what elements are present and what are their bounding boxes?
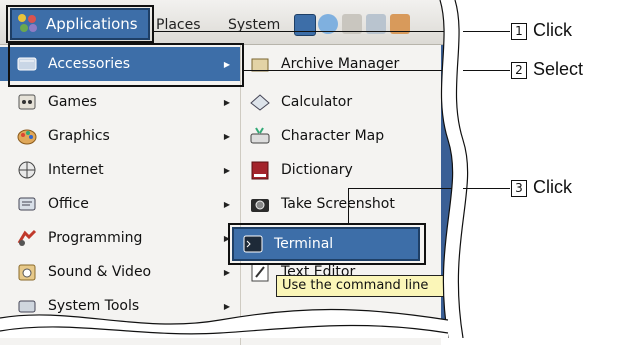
torn-edge-overlay xyxy=(0,0,469,338)
